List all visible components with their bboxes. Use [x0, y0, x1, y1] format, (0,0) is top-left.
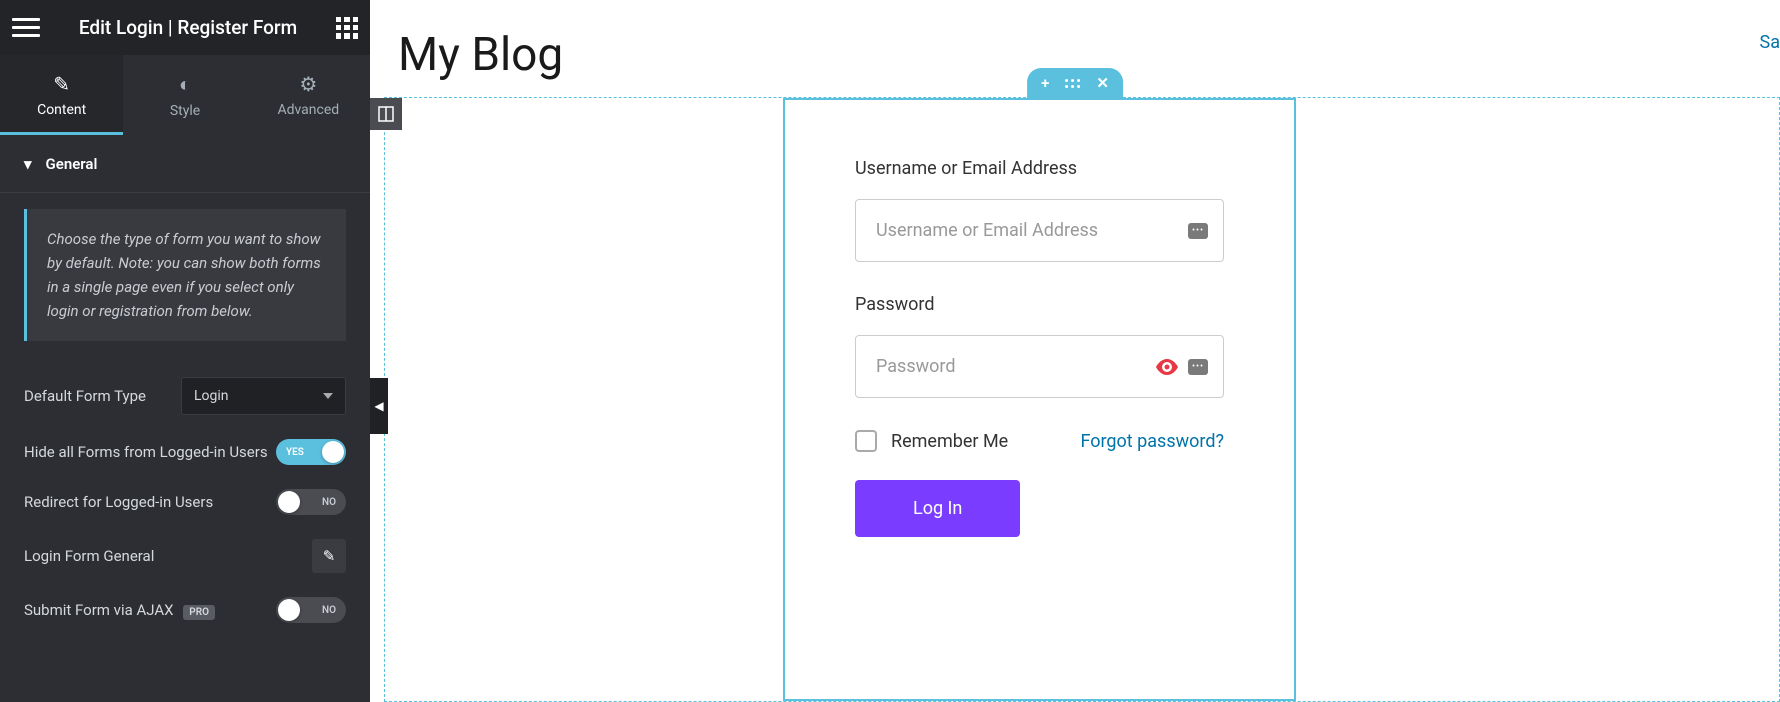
close-section-button[interactable]: ✕ [1096, 74, 1109, 92]
info-box: Choose the type of form you want to show… [24, 209, 346, 341]
drag-handle-icon[interactable] [1065, 79, 1080, 88]
apps-grid-icon[interactable] [336, 17, 358, 39]
edit-login-form-button[interactable]: ✎ [312, 539, 346, 573]
username-label: Username or Email Address [855, 158, 1224, 179]
control-label: Redirect for Logged-in Users [24, 493, 213, 511]
toggle-label: YES [286, 447, 304, 458]
login-button[interactable]: Log In [855, 480, 1020, 537]
columns-icon [378, 106, 394, 122]
tab-advanced[interactable]: ⚙ Advanced [247, 55, 370, 135]
section-title: General [46, 155, 98, 173]
section-outline[interactable]: Username or Email Address Password Remem… [384, 97, 1780, 702]
editor-sidebar: Edit Login | Register Form ✎ Content ◐ S… [0, 0, 370, 702]
pencil-icon: ✎ [53, 72, 70, 96]
control-label: Submit Form via AJAX PRO [24, 601, 215, 619]
section-general-toggle[interactable]: ▾ General [0, 135, 370, 193]
preview-canvas: ◀ My Blog Sa + ✕ Username or Email Addre… [370, 0, 1780, 702]
gear-icon: ⚙ [299, 72, 317, 96]
eye-icon[interactable] [1156, 359, 1178, 375]
toggle-label: NO [322, 497, 336, 508]
control-login-form-general: Login Form General ✎ [0, 527, 370, 585]
checkbox-icon [855, 430, 877, 452]
control-submit-ajax: Submit Form via AJAX PRO NO [0, 585, 370, 635]
chevron-left-icon: ◀ [374, 399, 383, 413]
toggle-label: NO [322, 605, 336, 616]
keyboard-icon [1188, 223, 1208, 239]
page-title: My Blog [398, 28, 563, 82]
username-input[interactable] [855, 199, 1224, 262]
hamburger-icon[interactable] [12, 14, 40, 42]
control-label: Default Form Type [24, 387, 146, 405]
default-form-select[interactable]: Login [181, 377, 346, 415]
tab-label: Content [37, 102, 86, 118]
tab-label: Style [170, 103, 200, 119]
sample-link[interactable]: Sa [1760, 32, 1780, 53]
forgot-password-link[interactable]: Forgot password? [1080, 431, 1224, 452]
control-label: Hide all Forms from Logged-in Users [24, 443, 268, 461]
tab-content[interactable]: ✎ Content [0, 55, 123, 135]
chevron-down-icon: ▾ [24, 155, 32, 173]
structure-button[interactable] [370, 98, 402, 130]
keyboard-icon [1188, 359, 1208, 375]
control-label: Login Form General [24, 547, 154, 565]
collapse-sidebar-button[interactable]: ◀ [370, 378, 388, 434]
pencil-icon: ✎ [323, 547, 336, 565]
login-form: Username or Email Address Password Remem… [785, 100, 1294, 587]
contrast-icon: ◐ [179, 72, 191, 97]
tab-label: Advanced [277, 102, 339, 118]
pro-badge: PRO [183, 605, 215, 620]
control-hide-forms: Hide all Forms from Logged-in Users YES [0, 427, 370, 477]
submit-ajax-toggle[interactable]: NO [276, 597, 346, 623]
hide-forms-toggle[interactable]: YES [276, 439, 346, 465]
redirect-toggle[interactable]: NO [276, 489, 346, 515]
widget-title: Edit Login | Register Form [40, 16, 336, 39]
remember-me-label: Remember Me [891, 431, 1008, 452]
editor-tabs: ✎ Content ◐ Style ⚙ Advanced [0, 55, 370, 135]
section-handle: + ✕ [1027, 68, 1123, 98]
widget-outline[interactable]: Username or Email Address Password Remem… [783, 98, 1296, 701]
add-section-button[interactable]: + [1041, 74, 1049, 92]
password-label: Password [855, 294, 1224, 315]
control-redirect: Redirect for Logged-in Users NO [0, 477, 370, 527]
remember-me-checkbox[interactable]: Remember Me [855, 430, 1008, 452]
sidebar-header: Edit Login | Register Form [0, 0, 370, 55]
control-default-form-type: Default Form Type Login [0, 365, 370, 427]
tab-style[interactable]: ◐ Style [123, 55, 246, 135]
